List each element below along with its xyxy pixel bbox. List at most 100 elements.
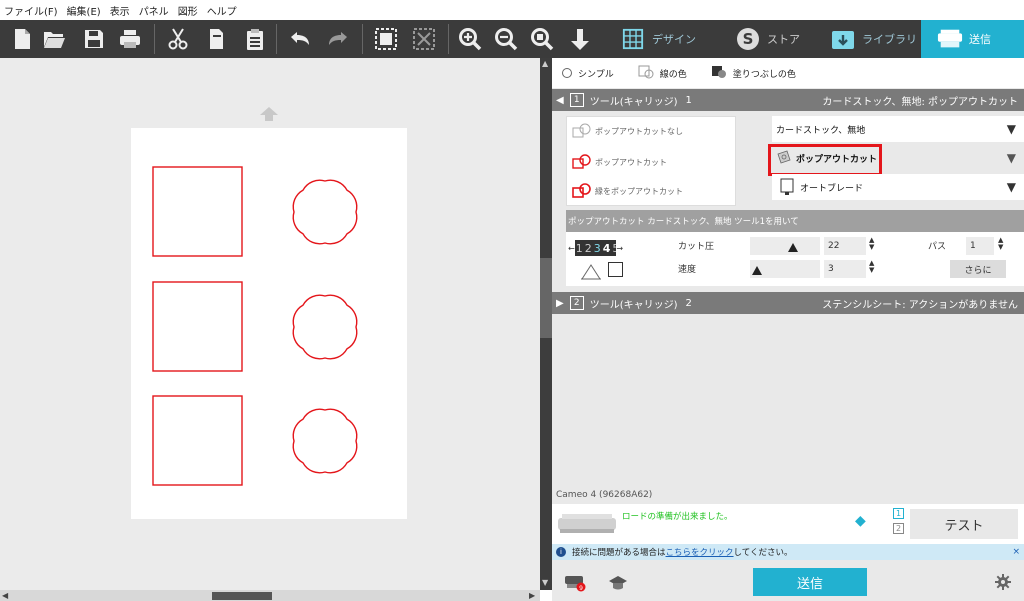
force-slider-knob[interactable] xyxy=(788,243,798,252)
arrow-right-icon: → xyxy=(616,243,624,253)
zoom-in-icon[interactable] xyxy=(458,27,482,51)
tool1-number: 1 xyxy=(569,93,584,107)
tool-select-2[interactable]: 2 xyxy=(893,523,904,534)
force-label: カット圧 xyxy=(678,242,715,252)
tab-library-label: ライブラリ xyxy=(862,33,917,46)
action-dropdown[interactable]: ポップアウトカット ▼ xyxy=(768,144,1024,176)
speed-value[interactable]: 3 xyxy=(824,260,866,278)
send-button[interactable]: 送信 xyxy=(753,568,867,596)
passes-value[interactable]: 1 xyxy=(966,237,994,255)
action-edge-popout[interactable]: 縁をポップアウトカット xyxy=(571,183,683,199)
menu-file[interactable]: ファイル(F) xyxy=(4,3,58,18)
send-panel: シンプル 線の色 塗りつぶしの色 ◀ 1 ツール(キャリッジ) 1 カードストッ… xyxy=(552,58,1024,601)
action-no-popout[interactable]: ポップアウトカットなし xyxy=(571,123,683,139)
new-file-icon[interactable] xyxy=(10,27,34,51)
collapse-triangle-icon: ◀ xyxy=(556,94,564,106)
menu-panel[interactable]: パネル xyxy=(139,3,169,18)
action-list: ポップアウトカットなし ポップアウトカット 縁をポップアウトカット xyxy=(566,116,736,206)
tab-fill-color[interactable]: 塗りつぶしの色 xyxy=(711,65,796,82)
cut-shapes xyxy=(152,166,358,486)
scroll-down-icon[interactable]: ▼ xyxy=(542,578,548,587)
connection-info-bar: i 接続に問題がある場合は こちらをクリック してください。 × xyxy=(552,544,1024,560)
material-dropdown[interactable]: カードストック、無地 ▼ xyxy=(772,116,1024,142)
tab-store[interactable]: S ストア xyxy=(735,20,825,58)
speed-spinner-icon[interactable]: ▲ ▼ xyxy=(869,260,874,274)
tab-design[interactable]: デザイン xyxy=(620,20,730,58)
test-button[interactable]: テスト xyxy=(910,509,1018,539)
toolbar-divider xyxy=(154,24,155,54)
action-popout[interactable]: ポップアウトカット xyxy=(571,154,667,170)
popout-icon xyxy=(572,154,591,169)
tool-select-1[interactable]: 1 xyxy=(893,508,904,519)
open-folder-icon[interactable] xyxy=(42,27,66,51)
tab-simple[interactable]: シンプル xyxy=(562,67,614,80)
flower-shape[interactable] xyxy=(292,294,358,360)
job-history-icon[interactable]: 9 xyxy=(564,574,588,595)
tool2-label: ツール(キャリッジ) xyxy=(589,299,678,311)
tab-line-color[interactable]: 線の色 xyxy=(638,65,687,82)
save-icon[interactable] xyxy=(82,27,106,51)
passes-label: パス xyxy=(928,242,947,252)
library-download-icon xyxy=(830,26,856,52)
settings-header: ポップアウトカット カードストック、無地 ツール1を用いて xyxy=(566,210,1024,232)
tab-design-label: デザイン xyxy=(652,33,696,46)
tool-settings-dropdowns: カードストック、無地 ▼ ポップアウトカット ▼ オートブレード ▼ xyxy=(768,116,1024,206)
force-spinner-icon[interactable]: ▲ ▼ xyxy=(869,237,874,251)
scroll-up-arrow-icon[interactable] xyxy=(259,106,279,125)
more-button[interactable]: さらに xyxy=(950,260,1006,278)
horizontal-scroll-thumb[interactable] xyxy=(212,592,272,600)
move-icon[interactable] xyxy=(568,27,592,51)
vertical-scroll-thumb[interactable] xyxy=(540,258,552,338)
settings-gear-icon[interactable] xyxy=(995,574,1011,593)
tab-library[interactable]: ライブラリ xyxy=(830,20,925,58)
paste-icon[interactable] xyxy=(243,27,267,51)
horizontal-scrollbar[interactable]: ◀ ▶ xyxy=(0,590,540,601)
copy-icon[interactable] xyxy=(204,27,228,51)
option-checkbox[interactable] xyxy=(608,262,623,277)
feed-arrows-icon[interactable]: ◆ xyxy=(855,513,866,529)
tutorial-cap-icon[interactable] xyxy=(608,574,628,595)
flower-shape[interactable] xyxy=(292,408,358,474)
flower-shape[interactable] xyxy=(292,179,358,245)
scroll-right-arrow-icon[interactable]: ▶ xyxy=(529,591,535,600)
zoom-fit-icon[interactable] xyxy=(530,27,554,51)
tab-send[interactable]: 送信 xyxy=(921,20,1024,58)
info-prefix: 接続に問題がある場合は xyxy=(572,548,666,558)
passes-spinner-icon[interactable]: ▲ ▼ xyxy=(998,237,1003,251)
menu-help[interactable]: ヘルプ xyxy=(207,3,237,18)
action-popout-label: ポップアウトカット xyxy=(595,157,667,167)
square-shape[interactable] xyxy=(152,281,243,372)
action-no-popout-label: ポップアウトカットなし xyxy=(595,126,683,136)
print-icon[interactable] xyxy=(118,27,142,51)
tool1-header[interactable]: ◀ 1 ツール(キャリッジ) 1 カードストック、無地: ポップアウトカット xyxy=(552,89,1024,111)
speed-slider[interactable] xyxy=(750,260,820,278)
tool2-header[interactable]: ▶ 2 ツール(キャリッジ) 2 ステンシルシート: アクションがありません xyxy=(552,292,1024,314)
line-color-icon xyxy=(638,65,654,82)
tool1-label: ツール(キャリッジ) xyxy=(589,96,678,108)
menu-shapes[interactable]: 図形 xyxy=(178,3,198,18)
scroll-left-arrow-icon[interactable]: ◀ xyxy=(2,591,8,600)
undo-icon[interactable] xyxy=(288,27,312,51)
blade-dropdown[interactable]: オートブレード ▼ xyxy=(772,174,1024,200)
zoom-out-icon[interactable] xyxy=(494,27,518,51)
square-shape[interactable] xyxy=(152,395,243,486)
tool1-summary: カードストック、無地: ポップアウトカット xyxy=(822,96,1018,108)
menu-view[interactable]: 表示 xyxy=(110,3,130,18)
cutter-machine-image xyxy=(558,514,616,533)
info-link[interactable]: こちらをクリック xyxy=(666,546,734,558)
menu-edit[interactable]: 編集(E) xyxy=(67,3,101,18)
force-slider[interactable] xyxy=(750,237,820,255)
cut-icon[interactable] xyxy=(166,27,190,51)
design-canvas[interactable] xyxy=(0,58,540,590)
speed-slider-knob[interactable] xyxy=(752,266,762,275)
vertical-scrollbar[interactable]: ▲ ▼ xyxy=(540,58,552,590)
blade-depth-selector[interactable]: ← 1 2 3 4 5 → xyxy=(568,240,623,256)
redo-icon[interactable] xyxy=(326,27,350,51)
close-icon[interactable]: × xyxy=(1012,547,1020,557)
square-shape[interactable] xyxy=(152,166,243,257)
tab-simple-label: シンプル xyxy=(578,69,614,80)
group-icon[interactable] xyxy=(374,27,398,51)
force-value[interactable]: 22 xyxy=(824,237,866,255)
ungroup-icon[interactable] xyxy=(412,27,436,51)
scroll-up-icon[interactable]: ▲ xyxy=(542,59,548,68)
